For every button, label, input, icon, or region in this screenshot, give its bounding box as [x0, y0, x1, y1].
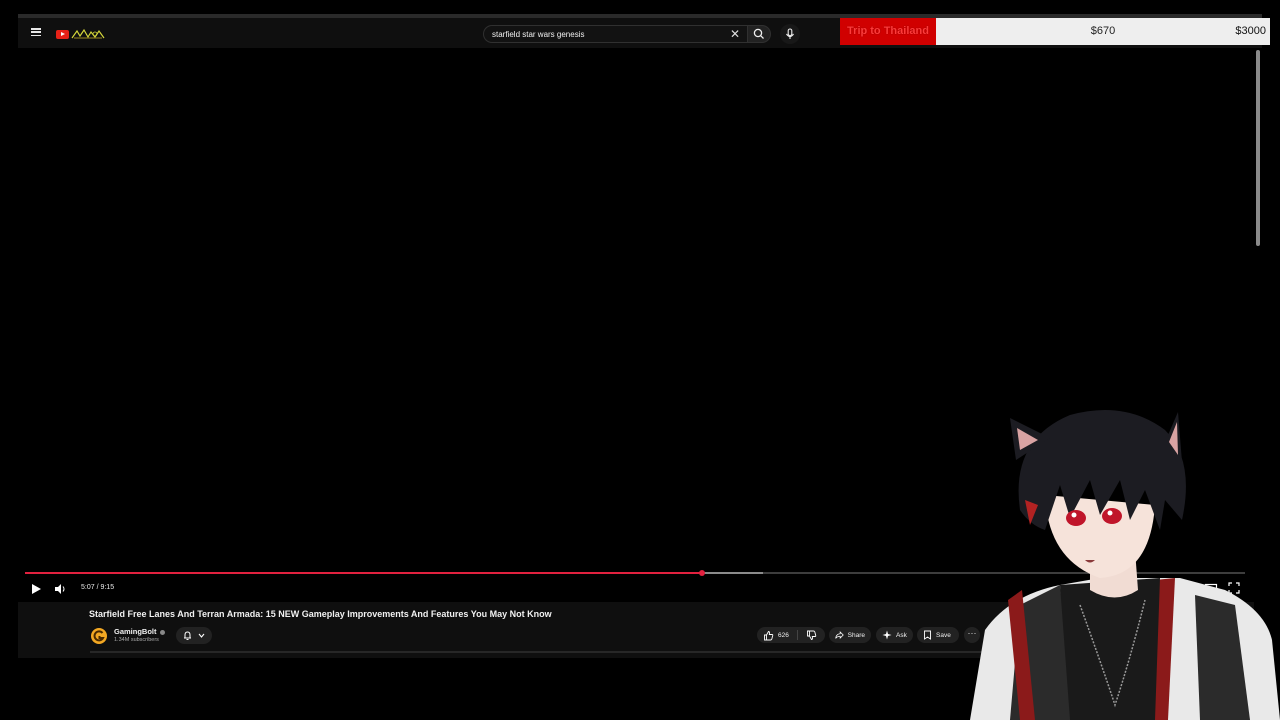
- video-title: Starfield Free Lanes And Terran Armada: …: [89, 609, 552, 619]
- logo-doodle-icon: [71, 28, 105, 39]
- chevron-down-icon: [198, 633, 205, 638]
- channel-name[interactable]: GamingBolt: [114, 627, 165, 636]
- subscriber-count: 1.34M subscribers: [114, 637, 159, 643]
- progress-played: [25, 572, 703, 574]
- search-input[interactable]: starfield star wars genesis: [483, 25, 747, 43]
- mic-icon: [786, 28, 794, 39]
- share-icon: [835, 631, 844, 639]
- share-label: Share: [847, 631, 865, 639]
- divider: [796, 630, 798, 640]
- save-label: Save: [936, 631, 951, 639]
- like-icon[interactable]: [763, 630, 774, 641]
- goal-current-amount: $670: [1090, 25, 1116, 37]
- time-display: 5:07 / 9:15: [81, 584, 115, 591]
- vtuber-avatar: [970, 410, 1280, 720]
- notification-button[interactable]: [176, 627, 212, 644]
- menu-icon[interactable]: [31, 28, 41, 36]
- bell-icon: [184, 631, 191, 640]
- clear-icon[interactable]: ✕: [728, 27, 742, 41]
- scrollbar-thumb[interactable]: [1256, 50, 1260, 246]
- search-button[interactable]: [747, 25, 771, 43]
- bookmark-icon: [924, 630, 931, 640]
- goal-progress-area: $670 $3000: [936, 18, 1270, 45]
- sparkle-icon: [882, 630, 892, 640]
- play-icon[interactable]: [30, 583, 42, 595]
- dislike-icon[interactable]: [806, 630, 817, 641]
- goal-target-amount: $3000: [1235, 25, 1266, 37]
- ask-label: Ask: [896, 631, 907, 639]
- donation-goal-bar: Trip to Thailand $670 $3000: [840, 18, 1270, 45]
- like-count: 626: [778, 631, 789, 639]
- voice-search-button[interactable]: [780, 24, 800, 44]
- youtube-play-icon: [56, 29, 69, 39]
- verified-icon: [159, 629, 165, 635]
- share-button[interactable]: Share: [829, 627, 871, 643]
- goal-label: Trip to Thailand: [840, 18, 936, 45]
- channel-avatar[interactable]: [91, 628, 107, 644]
- stream-scene: starfield star wars genesis ✕ 5:07 / 9:1…: [0, 0, 1280, 720]
- youtube-logo[interactable]: [56, 28, 105, 40]
- volume-icon[interactable]: [53, 582, 67, 596]
- channel-logo-icon: [93, 630, 105, 642]
- ask-button[interactable]: Ask: [876, 627, 913, 643]
- channel-name-text: GamingBolt: [114, 627, 157, 636]
- like-dislike-group: 626: [757, 627, 825, 643]
- search-icon: [753, 28, 764, 39]
